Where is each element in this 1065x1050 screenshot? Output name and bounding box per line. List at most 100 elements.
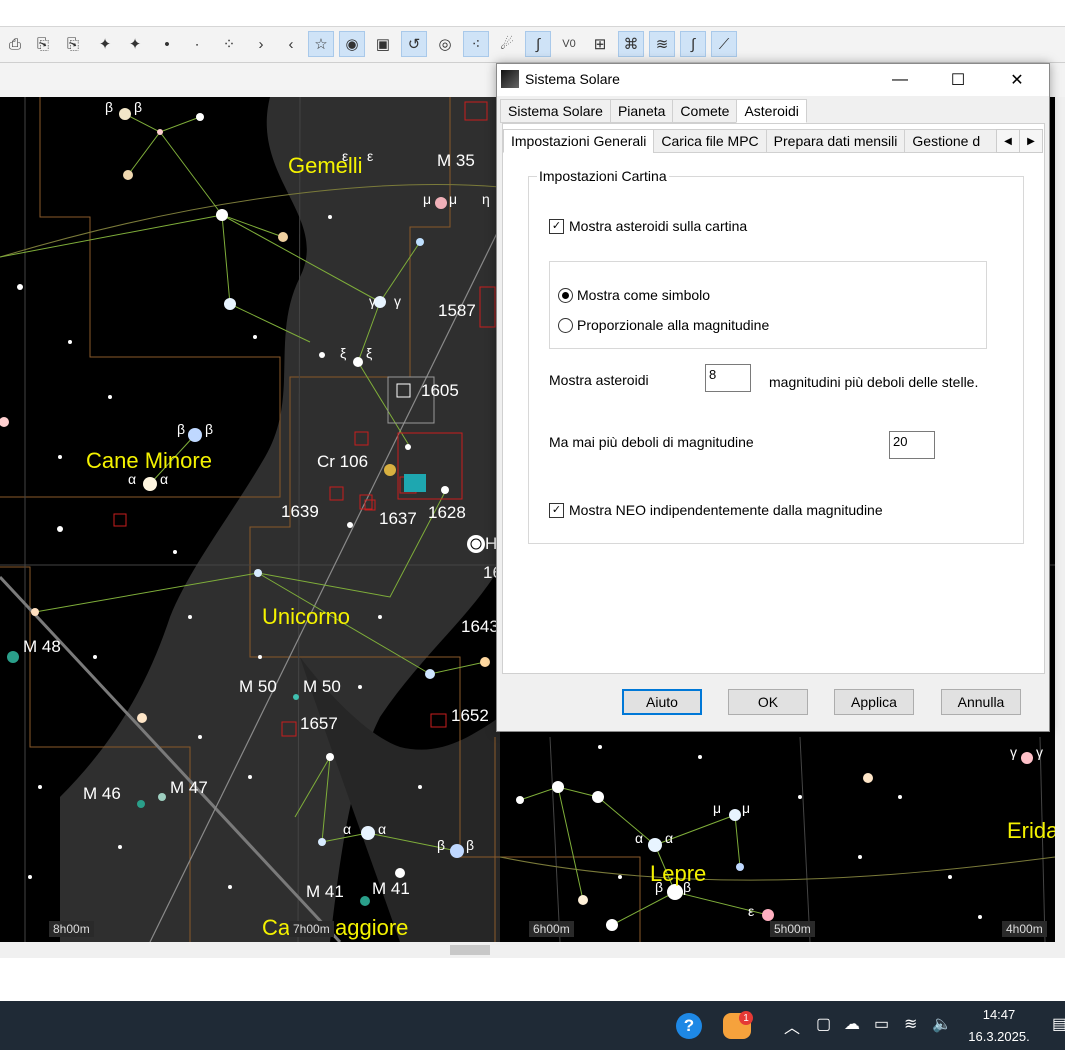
constellation-label: Unicorno [262,604,351,629]
curve-icon[interactable]: ∫ [525,31,551,57]
object-label: 1643 [461,617,499,636]
constellation-icon[interactable]: ⌘ [618,31,644,57]
greek-label: ε [342,148,349,164]
radio-magnitude[interactable] [558,318,573,333]
tab-sistema-solare[interactable]: Sistema Solare [500,99,611,123]
chevron-up-icon[interactable]: ︿ [784,1014,800,1038]
greek-label: μ [713,800,722,816]
notifications-icon[interactable]: ▤ [1052,1014,1065,1034]
star-pattern-icon[interactable]: ⁘ [216,31,242,57]
ra-label: 7h00m [289,921,334,937]
show-asteroids-checkbox[interactable]: ✓ [549,219,564,234]
export-icon[interactable]: ⎘ [30,31,56,57]
clock-time[interactable]: 14:47 [960,1007,1038,1022]
object-label: M 41 [306,882,344,901]
tab-comete[interactable]: Comete [672,99,738,123]
v0-button[interactable]: V0 [556,31,582,57]
print-icon[interactable]: ⎙ [2,31,28,57]
close-button[interactable]: ✕ [994,64,1040,96]
chevron-left-icon[interactable]: ‹ [278,31,304,57]
sub-tabs: Impostazioni Generali Carica file MPC Pr… [503,129,999,153]
milkyway-icon[interactable]: ≋ [649,31,675,57]
star-outline-icon[interactable]: ☆ [308,31,334,57]
constellation-label: aggiore [335,915,409,940]
star-bright-icon[interactable]: ✦ [92,31,118,57]
dot-large-icon[interactable]: • [154,31,180,57]
tab-gestione-dati[interactable]: Gestione d [904,129,999,153]
help-button[interactable]: Aiuto [622,689,702,715]
dialog-titlebar[interactable]: Sistema Solare — ☐ ✕ [497,64,1049,96]
star-faint-icon[interactable]: ✦ [122,31,148,57]
object-label: M 41 [372,879,410,898]
object-label: 1587 [438,301,476,320]
object-label: M 50 [239,677,277,696]
minimize-button[interactable]: — [877,64,923,96]
tab-asteroidi[interactable]: Asteroidi [736,99,807,123]
notification-badge: 1 [739,1011,753,1025]
tab-scroll-right-icon[interactable]: ▶ [1019,129,1043,153]
line-icon[interactable]: ⟋ [711,31,737,57]
greek-label: η [482,191,490,207]
cloud-icon[interactable]: ☁ [844,1014,860,1034]
dialog-title: Sistema Solare [525,71,620,87]
solar-system-dialog: Sistema Solare — ☐ ✕ Sistema Solare Pian… [496,63,1050,732]
never-fainter-input[interactable]: 20 [889,431,935,459]
grid-icon[interactable]: ⊞ [587,31,613,57]
tab-impostazioni-generali[interactable]: Impostazioni Generali [503,129,655,153]
tab-carica-file-mpc[interactable]: Carica file MPC [653,129,767,153]
object-label: M 35 [437,151,475,170]
tab-scroll-left-icon[interactable]: ◀ [996,129,1020,153]
greek-label: ξ [340,345,347,361]
ecliptic-icon[interactable]: ∫ [680,31,706,57]
ra-label: 6h00m [529,921,574,937]
object-label: Cr 106 [317,452,369,471]
status-area [0,958,1065,1001]
cancel-button[interactable]: Annulla [941,689,1021,715]
volume-icon[interactable]: 🔈 [932,1014,952,1034]
tab-pianeta[interactable]: Pianeta [609,99,674,123]
app-icon [501,70,519,88]
radio-magnitude-label: Proporzionale alla magnitudine [577,317,770,333]
greek-label: β [437,837,446,853]
asteroidi-panel: Impostazioni Generali Carica file MPC Pr… [502,123,1045,674]
wifi-icon[interactable]: ≋ [904,1014,917,1034]
constellation-label: Ca [262,915,291,940]
greek-label: γ [394,293,401,309]
galaxy-icon[interactable]: ◉ [339,31,365,57]
top-tabs: Sistema Solare Pianeta Comete Asteroidi [500,99,807,123]
radio-symbol-label: Mostra come simbolo [577,287,711,303]
comet-icon[interactable]: ☄ [494,31,520,57]
map-horizontal-scrollbar[interactable] [0,942,1065,958]
apply-button[interactable]: Applica [834,689,914,715]
help-icon[interactable]: ? [676,1013,702,1039]
export-alt-icon[interactable]: ⎘ [60,31,86,57]
meet-icon[interactable]: ▢ [816,1014,831,1034]
show-neo-checkbox[interactable]: ✓ [549,503,564,518]
greek-label: β [205,421,214,437]
cluster-icon[interactable]: ⁖ [463,31,489,57]
map-vertical-scrollbar[interactable] [1055,97,1065,942]
taskbar: ? 1 ︿ ▢ ☁ ▭ ≋ 🔈 14:47 16.3.2025. ▤ [0,1001,1065,1050]
maximize-button[interactable]: ☐ [935,64,981,96]
chevron-right-icon[interactable]: › [248,31,274,57]
window-top-strip [0,0,1065,27]
greek-label: β [177,421,186,437]
radio-symbol[interactable] [558,288,573,303]
greek-label: μ [423,191,432,207]
show-asteroids-mag-label: Mostra asteroidi [549,372,649,388]
clock-date[interactable]: 16.3.2025. [960,1029,1038,1044]
greek-label: α [128,471,137,487]
target-icon[interactable]: ◎ [432,31,458,57]
image-icon[interactable]: ▣ [370,31,396,57]
spiral-icon[interactable]: ↺ [401,31,427,57]
tab-prepara-dati-mensili[interactable]: Prepara dati mensili [765,129,906,153]
object-label: 1605 [421,381,459,400]
magnitude-fainter-input[interactable]: 8 [705,364,751,392]
dot-small-icon[interactable]: ∙ [184,31,210,57]
battery-icon[interactable]: ▭ [874,1014,889,1034]
greek-label: α [160,471,169,487]
ok-button[interactable]: OK [728,689,808,715]
greek-label: β [134,99,143,115]
horizontal-scroll-thumb[interactable] [450,945,490,955]
object-label: 1657 [300,714,338,733]
